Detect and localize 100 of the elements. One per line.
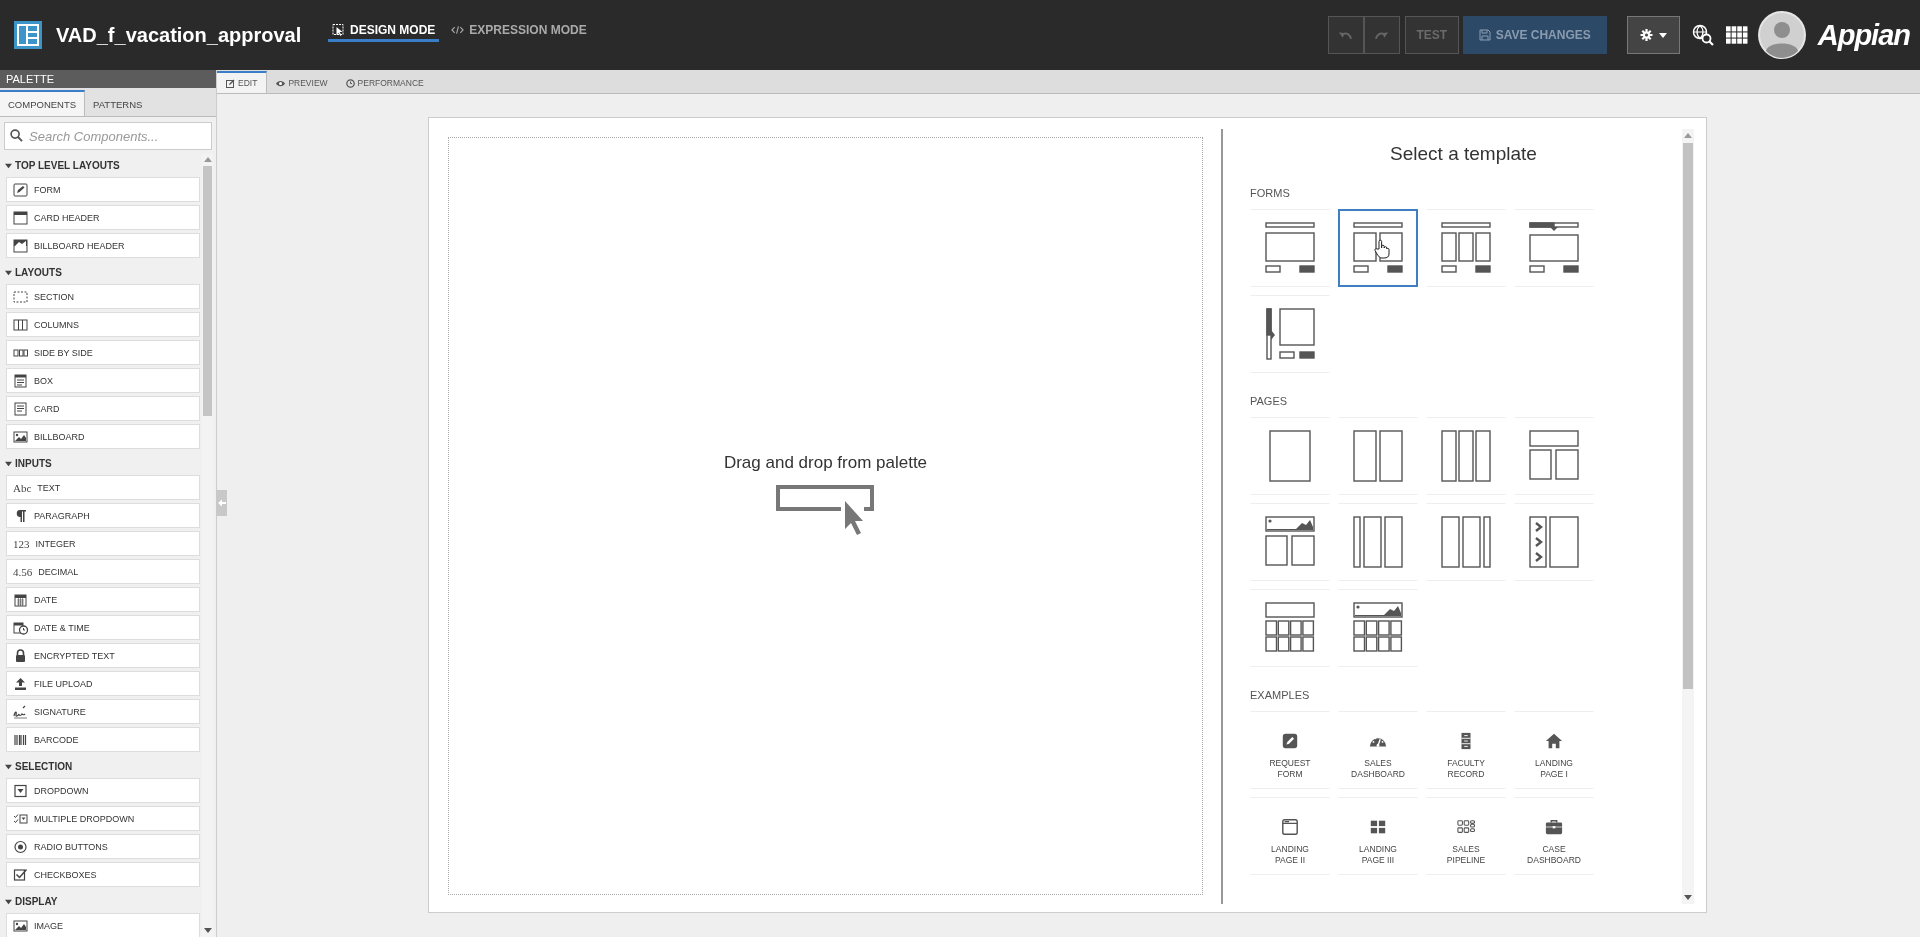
palette-item[interactable]: SIGNATURE: [6, 699, 200, 724]
multi-select-icon: [13, 811, 28, 826]
page-layout-drawing: [1529, 430, 1579, 482]
palette-item[interactable]: CARD HEADER: [6, 205, 200, 230]
calendar-clock-icon: [13, 620, 28, 635]
template-tile[interactable]: [1338, 209, 1418, 287]
page-layout-drawing: [1353, 602, 1403, 654]
caret-up-icon: [1684, 133, 1692, 138]
card-icon: [13, 401, 28, 416]
caret-icon: [1659, 32, 1668, 38]
palette-item[interactable]: BOX: [6, 368, 200, 393]
palette-item[interactable]: BILLBOARD: [6, 424, 200, 449]
dashed-box-icon: [13, 289, 28, 304]
tiles-icon: [1369, 818, 1387, 836]
template-tile[interactable]: LANDING PAGE III: [1338, 797, 1418, 875]
panel-heading: Select a template: [1389, 143, 1538, 165]
form-layout-drawing: [1265, 308, 1315, 360]
mode-tab[interactable]: DESIGN MODE: [328, 18, 440, 42]
template-tile[interactable]: REQUEST FORM: [1250, 711, 1330, 789]
page-layout-drawing: [1265, 602, 1315, 654]
palette-item[interactable]: SIDE BY SIDE: [6, 340, 200, 365]
palette-item[interactable]: 4.56 DECIMAL: [6, 559, 200, 584]
category-header[interactable]: LAYOUTS: [4, 261, 202, 284]
settings-button[interactable]: [1626, 16, 1680, 54]
image-icon: [13, 918, 28, 933]
house-icon: [1545, 732, 1563, 750]
scrollbar-thumb[interactable]: [203, 166, 212, 416]
palette-item[interactable]: Abc TEXT: [6, 475, 200, 500]
checkbox-icon: [13, 867, 28, 882]
template-tile[interactable]: LANDING PAGE II: [1250, 797, 1330, 875]
grid-menu-icon: [1725, 24, 1748, 46]
page-layout-drawing: [1353, 430, 1403, 482]
floppy-icon: [1478, 29, 1491, 41]
pipeline-icon: [1457, 818, 1475, 836]
upload-icon: [13, 676, 28, 691]
brand-logo: Appian: [1817, 18, 1910, 52]
palette-item[interactable]: 123 INTEGER: [6, 531, 200, 556]
caret-icon: [5, 763, 12, 770]
caret-up-icon: [204, 157, 212, 162]
caret-down-icon: [1684, 895, 1692, 900]
palette-item[interactable]: BARCODE: [6, 727, 200, 752]
template-tile[interactable]: CASE DASHBOARD: [1514, 797, 1594, 875]
briefcase-icon: [1545, 818, 1563, 836]
palette-item[interactable]: CARD: [6, 396, 200, 421]
section-label: EXAMPLES: [1250, 689, 1311, 701]
caret-icon: [5, 898, 12, 905]
category-header[interactable]: TOP LEVEL LAYOUTS: [4, 154, 202, 177]
form-layout-drawing: [1441, 222, 1491, 274]
avatar: [1757, 11, 1806, 59]
palette-item[interactable]: CHECKBOXES: [6, 862, 200, 887]
category-header[interactable]: INPUTS: [4, 452, 202, 475]
arrow-icon: [217, 499, 226, 507]
palette-item[interactable]: COLUMNS: [6, 312, 200, 337]
scrollbar-thumb[interactable]: [1683, 143, 1693, 689]
cursor-icon: [332, 24, 345, 36]
globe-search-icon: [1691, 24, 1714, 46]
scrollbar[interactable]: [1682, 129, 1694, 904]
palette-item[interactable]: DATE & TIME: [6, 615, 200, 640]
palette-item[interactable]: ENCRYPTED TEXT: [6, 643, 200, 668]
undo-icon: [1338, 29, 1354, 41]
window-icon: [1281, 818, 1299, 836]
palette-item[interactable]: FILE UPLOAD: [6, 671, 200, 696]
template-tile[interactable]: FACULTY RECORD: [1426, 711, 1506, 789]
palette-item[interactable]: RADIO BUTTONS: [6, 834, 200, 859]
editor-tab[interactable]: PERFORMANCE: [336, 71, 433, 93]
palette-item[interactable]: FORM: [6, 177, 200, 202]
columns-icon: [13, 317, 28, 332]
palette-item[interactable]: MULTIPLE DROPDOWN: [6, 806, 200, 831]
redo-icon: [1374, 29, 1390, 41]
editor-tab[interactable]: EDIT: [217, 71, 268, 93]
lock-icon: [13, 648, 28, 663]
editor-tab[interactable]: PREVIEW: [267, 71, 337, 93]
template-tile[interactable]: SALES PIPELINE: [1426, 797, 1506, 875]
caret-down-icon: [204, 928, 212, 933]
palette-item[interactable]: IMAGE: [6, 913, 200, 937]
caret-icon: [5, 460, 12, 467]
panel-title: PALETTE: [0, 70, 216, 88]
palette-item[interactable]: BILLBOARD HEADER: [6, 233, 200, 258]
template-tile[interactable]: SALES DASHBOARD: [1338, 711, 1418, 789]
drop-zone[interactable]: Drag and drop from palette: [448, 137, 1203, 895]
palette-tab[interactable]: COMPONENTS: [0, 90, 86, 116]
gear-icon: [1639, 29, 1655, 41]
template-tile[interactable]: LANDING PAGE I: [1514, 711, 1594, 789]
clock-icon: [345, 78, 355, 88]
section-label: FORMS: [1250, 187, 1291, 199]
window-icon: [13, 210, 28, 225]
palette-tab[interactable]: PATTERNS: [85, 90, 151, 116]
section-label: PAGES: [1250, 395, 1289, 407]
search-field[interactable]: Search Components...: [4, 122, 212, 150]
image-window-icon: [13, 238, 28, 253]
category-header[interactable]: DISPLAY: [4, 890, 202, 913]
mode-tab[interactable]: EXPRESSION MODE: [447, 18, 591, 42]
palette-item[interactable]: SECTION: [6, 284, 200, 309]
form-layout-drawing: [1265, 222, 1315, 274]
palette-item[interactable]: PARAGRAPH: [6, 503, 200, 528]
category-header[interactable]: SELECTION: [4, 755, 202, 778]
box-icon: [13, 373, 28, 388]
page-layout-drawing: [1441, 430, 1491, 482]
palette-item[interactable]: DROPDOWN: [6, 778, 200, 803]
palette-item[interactable]: DATE: [6, 587, 200, 612]
